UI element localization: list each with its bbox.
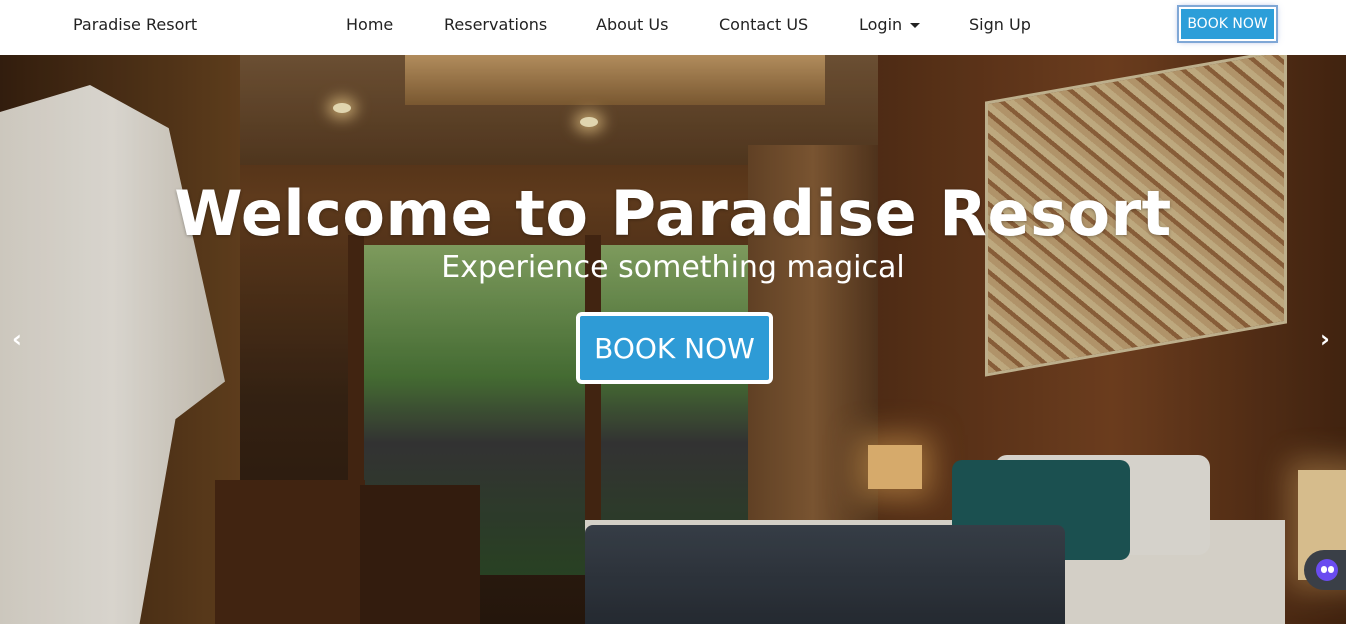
hero-carousel: Welcome to Paradise Resort Experience so… [0,55,1346,624]
nav-login-label: Login [859,15,903,34]
nav-book-now-button[interactable]: BOOK NOW [1179,7,1276,41]
hero-title: Welcome to Paradise Resort [174,177,1172,250]
nav-about-us[interactable]: About Us [596,15,668,34]
brand-link[interactable]: Paradise Resort [73,15,197,34]
nav-sign-up[interactable]: Sign Up [969,15,1031,34]
hero-book-now-button[interactable]: BOOK NOW [576,312,773,384]
chat-bot-icon [1316,559,1338,581]
nav-home[interactable]: Home [346,15,393,34]
navbar: Paradise Resort Home Reservations About … [0,0,1346,55]
carousel-prev-icon[interactable]: ‹ [12,325,22,353]
chevron-down-icon [910,23,921,28]
nav-contact-us[interactable]: Contact US [719,15,808,34]
carousel-next-icon[interactable]: › [1320,325,1330,353]
nav-reservations[interactable]: Reservations [444,15,547,34]
chat-widget[interactable] [1304,550,1346,590]
nav-login-dropdown[interactable]: Login [859,15,921,34]
hero-subtitle: Experience something magical [441,250,905,285]
